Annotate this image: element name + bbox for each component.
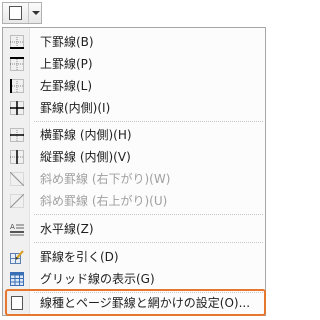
svg-text:A: A [10, 223, 15, 231]
menu-item-view-gridlines[interactable]: グリッド線の表示(G) [3, 268, 265, 290]
menu-item-label: 罫線を引く(D) [40, 250, 119, 264]
diagonal-up-border-icon [10, 194, 24, 208]
borders-button[interactable] [3, 3, 29, 23]
border-left-icon [10, 79, 24, 93]
menu-item-label: 水平線(Z) [40, 222, 94, 236]
menu-item-label: グリッド線の表示(G) [40, 272, 155, 286]
border-bottom-icon [10, 35, 24, 49]
horizontal-line-icon: A [10, 223, 24, 236]
menu-item-label: 左罫線(L) [40, 79, 93, 93]
page-border-icon [9, 6, 22, 20]
menu-item-inside-borders[interactable]: 罫線(内側)(I) [3, 97, 265, 119]
menu-item-label: 斜め罫線 (右下がり)(W) [40, 172, 171, 186]
menu-item-left-border[interactable]: 左罫線(L) [3, 75, 265, 97]
menu-item-draw-table[interactable]: 罫線を引く(D) [3, 246, 265, 268]
menu-item-label: 罫線(内側)(I) [40, 101, 111, 115]
menu-item-inside-horizontal[interactable]: 横罫線 (内側)(H) [3, 124, 265, 146]
menu-item-bottom-border[interactable]: 下罫線(B) [3, 31, 265, 53]
border-top-icon [10, 57, 24, 71]
selected-item-highlight [5, 289, 266, 316]
border-inside-icon [10, 101, 24, 115]
border-inside-vertical-icon [10, 150, 24, 164]
borders-split-button[interactable] [2, 2, 42, 24]
borders-dropdown-menu: 下罫線(B) 上罫線(P) 左罫線(L) 罫線(内側)(I) 横罫線 (内側)(… [2, 27, 266, 316]
diagonal-down-border-icon [10, 172, 24, 186]
menu-separator [34, 242, 263, 243]
menu-item-top-border[interactable]: 上罫線(P) [3, 53, 265, 75]
menu-item-label: 縦罫線 (内側)(V) [40, 150, 131, 164]
chevron-down-icon[interactable] [32, 11, 40, 15]
menu-item-diagonal-up: 斜め罫線 (右上がり)(U) [3, 190, 265, 212]
draw-table-icon [10, 250, 24, 264]
menu-item-inside-vertical[interactable]: 縦罫線 (内側)(V) [3, 146, 265, 168]
menu-separator [34, 214, 263, 215]
menu-item-diagonal-down: 斜め罫線 (右下がり)(W) [3, 168, 265, 190]
view-gridlines-icon [10, 272, 24, 286]
menu-item-label: 斜め罫線 (右上がり)(U) [40, 194, 168, 208]
menu-item-label: 下罫線(B) [40, 35, 94, 49]
menu-item-horizontal-line[interactable]: A 水平線(Z) [3, 218, 265, 240]
menu-item-label: 横罫線 (内側)(H) [40, 128, 132, 142]
menu-item-label: 上罫線(P) [40, 57, 93, 71]
border-inside-horizontal-icon [10, 128, 24, 142]
menu-separator [34, 121, 263, 122]
